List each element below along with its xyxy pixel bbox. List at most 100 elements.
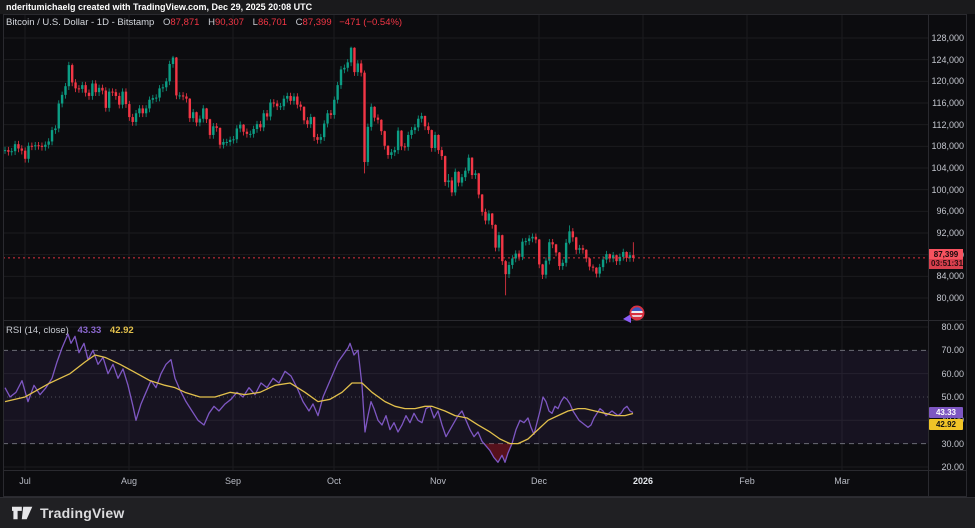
price-tick-label: 128,000 <box>931 32 964 43</box>
candle-body <box>195 112 198 123</box>
candle-body <box>74 82 77 89</box>
candle-body <box>464 170 467 178</box>
tradingview-brand-link[interactable]: TradingView <box>12 504 124 522</box>
candle-body <box>60 94 64 104</box>
candle-body <box>460 177 464 183</box>
candle-body <box>517 253 521 257</box>
candle-body <box>128 104 131 118</box>
candle-body <box>10 151 13 153</box>
candle-body <box>538 239 541 265</box>
candle-body <box>494 224 497 248</box>
candle-body <box>249 133 252 135</box>
candle-body <box>185 96 188 99</box>
candle-body <box>380 119 383 132</box>
rsi-title[interactable]: RSI (14, close) <box>6 325 69 336</box>
symbol-title[interactable]: Bitcoin / U.S. Dollar - 1D - Bitstamp <box>6 17 154 28</box>
candle-body <box>413 127 417 131</box>
candle-body <box>91 83 94 96</box>
candle-body <box>480 194 484 212</box>
candle-body <box>34 145 37 147</box>
candle-body <box>551 242 554 245</box>
candle-body <box>433 134 437 148</box>
candle-body <box>134 113 138 122</box>
candle-body <box>279 106 282 108</box>
price-tick-label: 120,000 <box>931 76 964 87</box>
candle-body <box>390 152 393 156</box>
candle-body <box>144 108 148 114</box>
time-tick-label: Feb <box>739 476 755 486</box>
brand-name: TradingView <box>40 505 125 521</box>
candle-body <box>81 85 84 89</box>
cursor-arrow-icon <box>623 314 631 323</box>
candle-body <box>302 106 306 121</box>
candle-body <box>111 91 114 93</box>
candle-body <box>393 150 396 153</box>
candle-body <box>353 47 356 73</box>
candle-body <box>598 267 601 274</box>
candle-body <box>443 156 447 183</box>
candle-body <box>282 98 286 107</box>
chart-canvas[interactable] <box>0 0 975 528</box>
candle-body <box>259 124 262 128</box>
close-label: C <box>295 17 303 28</box>
price-tick-label: 100,000 <box>931 184 964 195</box>
candle-body <box>423 116 427 127</box>
candle-body <box>215 126 218 128</box>
candle-body <box>232 139 235 141</box>
candle-body <box>383 131 386 146</box>
candle-body <box>417 118 420 128</box>
candle-body <box>205 108 208 120</box>
candle-body <box>309 117 312 125</box>
open-value: 87,871 <box>170 17 200 28</box>
candle-body <box>487 213 491 221</box>
candle-body <box>121 91 124 105</box>
candle-body <box>296 96 299 105</box>
price-tick-label: 104,000 <box>931 163 964 173</box>
candle-body <box>218 127 222 145</box>
bar-countdown: 03:51:31 <box>929 258 964 269</box>
candle-body <box>299 104 302 107</box>
candle-body <box>161 87 165 89</box>
flag-sticker[interactable] <box>620 302 648 326</box>
rsi-value-badge: 43.33 <box>929 406 963 418</box>
candle-body <box>252 129 255 134</box>
rsi-tick-label: 50.00 <box>941 391 964 402</box>
candle-body <box>430 130 433 148</box>
candle-body <box>474 173 477 176</box>
candle-body <box>585 249 588 259</box>
price-tick-label: 108,000 <box>931 141 964 152</box>
candle-body <box>571 231 575 238</box>
candle-body <box>175 57 178 96</box>
candle-body <box>427 126 430 131</box>
rsi-band <box>3 350 928 444</box>
candle-body <box>370 106 373 127</box>
change-value: −471 (−0.54%) <box>339 17 403 28</box>
candle-body <box>7 150 10 152</box>
candle-body <box>403 146 407 148</box>
candle-body <box>286 95 289 99</box>
time-tick-label: Nov <box>429 476 446 486</box>
candle-body <box>329 113 333 115</box>
candle-body <box>544 260 548 275</box>
candle-body <box>477 173 480 195</box>
candle-body <box>198 118 202 123</box>
candle-body <box>165 81 168 88</box>
last-price-value: 87,399 <box>929 248 963 259</box>
candle-body <box>484 211 487 221</box>
candle-body <box>554 244 558 253</box>
candle-body <box>312 117 316 138</box>
footer-bar: TradingView <box>0 497 975 528</box>
candle-body <box>47 141 50 145</box>
price-tick-label: 84,000 <box>936 271 964 282</box>
candle-body <box>228 139 232 143</box>
candle-body <box>222 142 225 145</box>
candle-body <box>208 119 212 135</box>
candle-body <box>262 113 265 128</box>
candle-body <box>454 171 457 193</box>
candle-body <box>155 97 158 99</box>
candle-body <box>275 103 279 107</box>
price-tick-label: 92,000 <box>936 228 964 238</box>
candle-body <box>57 103 60 129</box>
candle-body <box>84 85 87 93</box>
high-value: 90,307 <box>214 17 245 28</box>
